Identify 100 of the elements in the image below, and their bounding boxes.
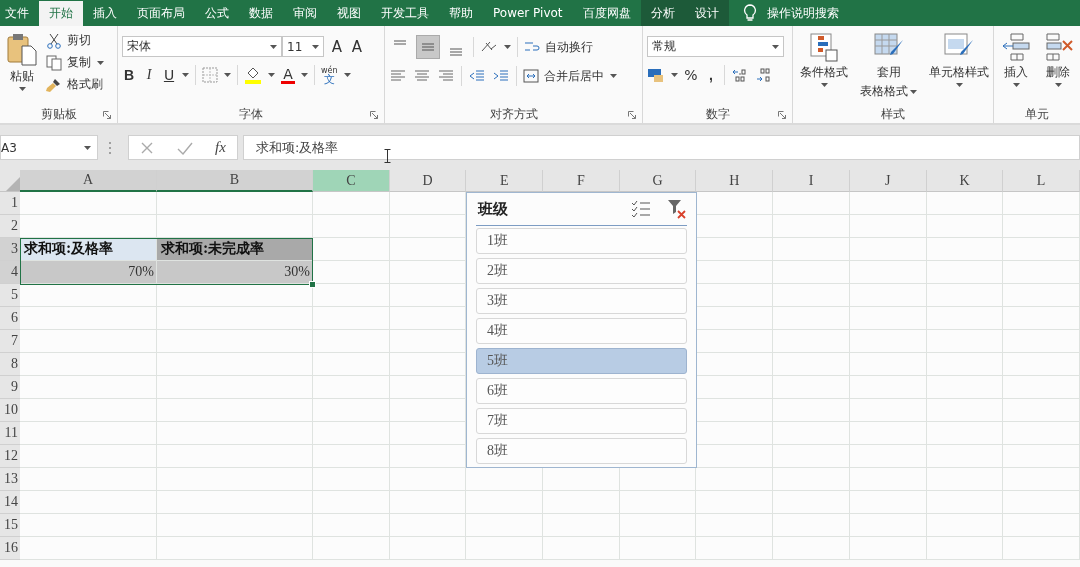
empty-cell[interactable] xyxy=(773,376,850,399)
dialog-launcher-icon[interactable] xyxy=(370,111,378,119)
empty-cell[interactable] xyxy=(773,307,850,330)
clear-filter-icon[interactable] xyxy=(667,199,687,219)
empty-cell[interactable] xyxy=(773,514,850,537)
column-header[interactable]: C xyxy=(313,170,390,192)
empty-cell[interactable] xyxy=(926,284,1004,307)
font-color-button[interactable]: A xyxy=(281,66,295,84)
empty-cell[interactable] xyxy=(157,537,313,560)
empty-cell[interactable] xyxy=(313,399,390,422)
empty-cell[interactable] xyxy=(926,537,1004,560)
formula-field[interactable]: 求和项:及格率 xyxy=(243,135,1080,160)
row-header[interactable]: 6 xyxy=(0,307,20,330)
decrease-indent-icon[interactable] xyxy=(468,68,486,84)
empty-cell[interactable] xyxy=(926,491,1004,514)
borders-icon[interactable] xyxy=(202,67,218,83)
ribbon-tab[interactable]: 视图 xyxy=(327,0,371,26)
empty-cell[interactable] xyxy=(313,215,390,238)
increase-font-size-button[interactable]: A xyxy=(330,37,344,56)
empty-cell[interactable] xyxy=(696,491,774,514)
empty-cell[interactable] xyxy=(157,468,313,491)
empty-cell[interactable] xyxy=(849,491,927,514)
empty-cell[interactable] xyxy=(389,537,467,560)
dialog-launcher-icon[interactable] xyxy=(628,111,636,119)
empty-cell[interactable] xyxy=(926,514,1004,537)
row-header[interactable]: 14 xyxy=(0,491,20,514)
empty-cell[interactable] xyxy=(1003,307,1080,330)
empty-cell[interactable] xyxy=(543,514,620,537)
empty-cell[interactable] xyxy=(773,215,850,238)
empty-cell[interactable] xyxy=(849,353,927,376)
empty-cell[interactable] xyxy=(157,445,313,468)
format-painter-button[interactable]: 格式刷 xyxy=(46,76,104,93)
pivot-header-cell[interactable]: 求和项:及格率 xyxy=(20,238,157,261)
percent-button[interactable]: % xyxy=(684,67,698,83)
empty-cell[interactable] xyxy=(157,422,313,445)
empty-cell[interactable] xyxy=(849,399,927,422)
row-header[interactable]: 9 xyxy=(0,376,20,399)
empty-cell[interactable] xyxy=(1003,445,1080,468)
empty-cell[interactable] xyxy=(389,491,467,514)
empty-cell[interactable] xyxy=(313,445,390,468)
empty-cell[interactable] xyxy=(157,514,313,537)
empty-cell[interactable] xyxy=(1003,330,1080,353)
copy-button[interactable]: 复制 xyxy=(46,54,91,71)
pivot-value-cell[interactable]: 30% xyxy=(157,261,313,284)
format-as-table-button[interactable]: 套用 表格格式 xyxy=(857,30,920,102)
empty-cell[interactable] xyxy=(313,468,390,491)
empty-cell[interactable] xyxy=(157,192,313,215)
row-header[interactable]: 13 xyxy=(0,468,20,491)
conditional-formatting-button[interactable]: 条件格式 xyxy=(797,30,851,89)
empty-cell[interactable] xyxy=(696,537,774,560)
ribbon-tab[interactable]: 审阅 xyxy=(283,0,327,26)
empty-cell[interactable] xyxy=(773,284,850,307)
empty-cell[interactable] xyxy=(773,192,850,215)
empty-cell[interactable] xyxy=(773,261,850,284)
empty-cell[interactable] xyxy=(157,330,313,353)
empty-cell[interactable] xyxy=(849,215,927,238)
insert-cells-button[interactable]: 插入 xyxy=(998,30,1034,89)
empty-cell[interactable] xyxy=(849,422,927,445)
empty-cell[interactable] xyxy=(313,330,390,353)
empty-cell[interactable] xyxy=(696,468,774,491)
increase-decimal-icon[interactable] xyxy=(731,67,749,83)
empty-cell[interactable] xyxy=(849,445,927,468)
row-header[interactable]: 8 xyxy=(0,353,20,376)
empty-cell[interactable] xyxy=(926,445,1004,468)
ribbon-tab[interactable]: 开发工具 xyxy=(371,0,439,26)
empty-cell[interactable] xyxy=(849,468,927,491)
empty-cell[interactable] xyxy=(313,307,390,330)
empty-cell[interactable] xyxy=(849,307,927,330)
empty-cell[interactable] xyxy=(773,422,850,445)
column-header[interactable]: I xyxy=(773,170,850,192)
ribbon-tab[interactable]: 页面布局 xyxy=(127,0,195,26)
font-name-dropdown[interactable]: 宋体 xyxy=(122,36,282,57)
empty-cell[interactable] xyxy=(157,307,313,330)
empty-cell[interactable] xyxy=(543,537,620,560)
merge-center-button[interactable]: 合并后居中 xyxy=(523,67,604,85)
ribbon-tab[interactable]: 百度网盘 xyxy=(572,0,641,26)
empty-cell[interactable] xyxy=(926,192,1004,215)
row-header[interactable]: 7 xyxy=(0,330,20,353)
empty-cell[interactable] xyxy=(773,537,850,560)
empty-cell[interactable] xyxy=(157,215,313,238)
ribbon-tab[interactable]: 开始 xyxy=(39,1,83,26)
ribbon-tab[interactable]: 帮助 xyxy=(439,0,483,26)
align-icon[interactable] xyxy=(437,68,455,84)
empty-cell[interactable] xyxy=(926,422,1004,445)
empty-cell[interactable] xyxy=(1003,422,1080,445)
empty-cell[interactable] xyxy=(926,399,1004,422)
column-header[interactable]: D xyxy=(389,170,467,192)
empty-cell[interactable] xyxy=(313,192,390,215)
row-header[interactable]: 2 xyxy=(0,215,20,238)
currency-icon[interactable] xyxy=(647,67,665,83)
italic-button[interactable]: I xyxy=(142,67,156,83)
row-header[interactable]: 1 xyxy=(0,192,20,215)
column-header[interactable]: J xyxy=(849,170,927,192)
empty-cell[interactable] xyxy=(619,514,697,537)
empty-cell[interactable] xyxy=(849,261,927,284)
underline-button[interactable]: U xyxy=(162,67,176,83)
column-header[interactable]: G xyxy=(619,170,697,192)
empty-cell[interactable] xyxy=(466,491,544,514)
column-header[interactable]: F xyxy=(543,170,620,192)
empty-cell[interactable] xyxy=(696,514,774,537)
